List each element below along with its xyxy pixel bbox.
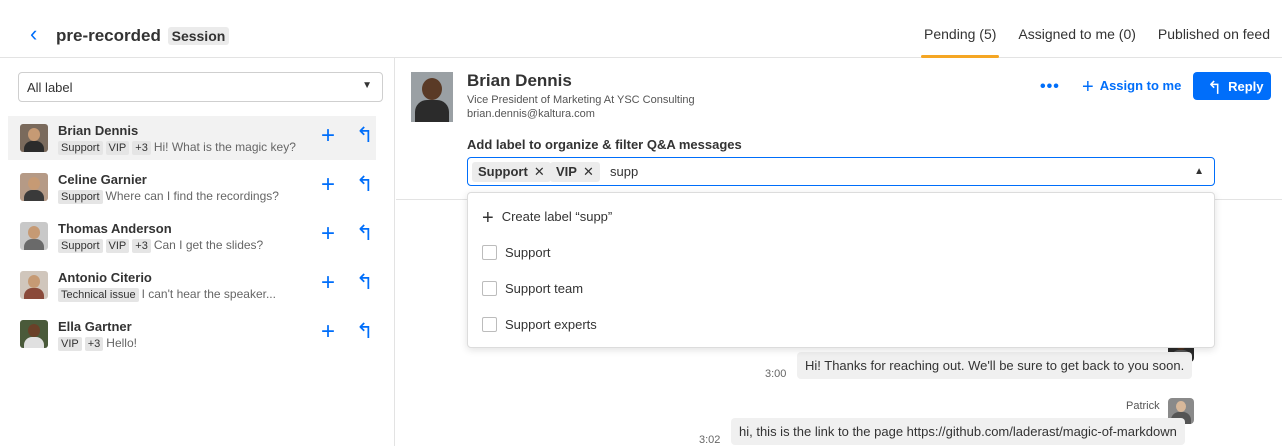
remove-label-icon[interactable]: ✕ bbox=[534, 164, 545, 179]
chevron-up-icon[interactable]: ▲ bbox=[1194, 166, 1204, 177]
thread-preview: VIP +3 Hello! bbox=[58, 336, 137, 351]
thread-item[interactable]: Antonio Citerio Technical issue I can't h… bbox=[8, 263, 376, 307]
thread-preview: Support Where can I find the recordings? bbox=[58, 189, 279, 204]
selected-label-chip: VIP ✕ bbox=[550, 162, 600, 182]
more-labels-chip: +3 bbox=[132, 141, 151, 155]
thread-text: Can I get the slides? bbox=[153, 238, 264, 252]
thread-name: Ella Gartner bbox=[58, 319, 132, 334]
thread-name: Antonio Citerio bbox=[58, 270, 152, 285]
reply-icon[interactable]: ↰ bbox=[356, 173, 374, 197]
message-bubble: hi, this is the link to the page https:/… bbox=[731, 418, 1185, 445]
label-search-text[interactable]: supp bbox=[610, 164, 638, 179]
reply-label: Reply bbox=[1228, 79, 1264, 94]
thread-preview: Support VIP +3 Can I get the slides? bbox=[58, 238, 263, 253]
filter-value: All label bbox=[27, 80, 73, 95]
user-name: Brian Dennis bbox=[467, 71, 572, 90]
user-email: brian.dennis@kaltura.com bbox=[467, 108, 595, 120]
label-chip: Support bbox=[58, 239, 103, 253]
avatar bbox=[411, 72, 453, 122]
selected-label-chip: Support ✕ bbox=[472, 162, 551, 182]
more-options-icon[interactable]: ••• bbox=[1040, 78, 1060, 96]
add-label-icon[interactable]: + bbox=[321, 320, 335, 344]
thread-text: Hello! bbox=[106, 336, 137, 350]
create-label-text: Create label “supp” bbox=[501, 209, 613, 224]
label-chip: Support bbox=[58, 190, 103, 204]
title-text: pre-recorded bbox=[56, 26, 161, 45]
label-chip: VIP bbox=[105, 141, 130, 155]
thread-text: I can't hear the speaker... bbox=[141, 287, 276, 301]
avatar bbox=[20, 124, 48, 152]
label-help-text: Add label to organize & filter Q&A messa… bbox=[467, 137, 742, 152]
thread-text: Where can I find the recordings? bbox=[105, 189, 279, 203]
label-chip: Technical issue bbox=[58, 288, 139, 302]
checkbox[interactable] bbox=[482, 317, 497, 332]
avatar bbox=[20, 173, 48, 201]
label-chip: Support bbox=[58, 141, 103, 155]
thread-name: Brian Dennis bbox=[58, 123, 139, 138]
user-role: Vice President of Marketing At YSC Consu… bbox=[467, 94, 695, 106]
reply-icon[interactable]: ↰ bbox=[356, 124, 374, 148]
option-label: Support bbox=[505, 245, 551, 260]
checkbox[interactable] bbox=[482, 245, 497, 260]
label-filter-select[interactable]: All label ▼ bbox=[18, 72, 383, 102]
label-chip: VIP bbox=[105, 239, 130, 253]
session-badge: Session bbox=[167, 27, 230, 45]
option-label: Support team bbox=[505, 281, 584, 296]
reply-icon: ↰ bbox=[1207, 78, 1223, 98]
tab-published-on-feed[interactable]: Published on feed bbox=[1158, 26, 1270, 42]
reply-icon[interactable]: ↰ bbox=[356, 320, 374, 344]
more-labels-chip: +3 bbox=[84, 337, 104, 351]
avatar bbox=[20, 271, 48, 299]
label-chip: VIP bbox=[58, 337, 82, 351]
add-label-icon[interactable]: + bbox=[321, 173, 335, 197]
avatar bbox=[20, 222, 48, 250]
message-sender: Patrick bbox=[1126, 400, 1160, 412]
avatar bbox=[20, 320, 48, 348]
assign-to-me-button[interactable]: + Assign to me bbox=[1082, 76, 1181, 99]
thread-list-panel: All label ▼ Brian Dennis Support VIP +3 Hi!… bbox=[0, 58, 395, 446]
tab-assigned-to-me[interactable]: Assigned to me (0) bbox=[1018, 26, 1136, 42]
add-label-icon[interactable]: + bbox=[321, 271, 335, 295]
create-label-option[interactable]: + Create label “supp” bbox=[482, 207, 612, 230]
thread-preview: Support VIP +3 Hi! What is the magic key? bbox=[58, 140, 296, 155]
chip-label: Support bbox=[478, 164, 528, 179]
thread-item[interactable]: Thomas Anderson Support VIP +3 Can I get th… bbox=[8, 214, 376, 258]
page-title: pre-recorded Session bbox=[56, 26, 230, 46]
option-label: Support experts bbox=[505, 317, 597, 332]
thread-item[interactable]: Brian Dennis Support VIP +3 Hi! What is the… bbox=[8, 116, 376, 160]
thread-item[interactable]: Ella Gartner VIP +3 Hello! + ↰ bbox=[8, 312, 376, 356]
tab-pending[interactable]: Pending (5) bbox=[920, 26, 1000, 58]
top-bar: ‹ pre-recorded Session Pending (5) Assig… bbox=[0, 0, 1282, 58]
plus-icon: + bbox=[482, 207, 494, 229]
reply-button[interactable]: ↰ Reply bbox=[1193, 72, 1271, 100]
more-labels-chip: +3 bbox=[132, 239, 151, 253]
thread-name: Thomas Anderson bbox=[58, 221, 172, 236]
thread-name: Celine Garnier bbox=[58, 172, 147, 187]
label-option[interactable]: Support team bbox=[482, 281, 583, 296]
plus-icon: + bbox=[1082, 76, 1094, 98]
assign-label: Assign to me bbox=[1099, 78, 1182, 93]
thread-item[interactable]: Celine Garnier Support Where can I find t… bbox=[8, 165, 376, 209]
message-time: 3:00 bbox=[765, 368, 787, 380]
label-option[interactable]: Support experts bbox=[482, 317, 597, 332]
thread-detail-panel: Brian Dennis Vice President of Marketing… bbox=[396, 58, 1282, 446]
thread-preview: Technical issue I can't hear the speaker.… bbox=[58, 287, 276, 302]
reply-icon[interactable]: ↰ bbox=[356, 222, 374, 246]
add-label-icon[interactable]: + bbox=[321, 124, 335, 148]
message-bubble: Hi! Thanks for reaching out. We'll be su… bbox=[797, 352, 1193, 379]
chevron-down-icon: ▼ bbox=[362, 80, 372, 91]
chevron-left-icon[interactable]: ‹ bbox=[30, 23, 37, 45]
reply-icon[interactable]: ↰ bbox=[356, 271, 374, 295]
label-input[interactable]: Support ✕ VIP ✕ supp ▲ bbox=[467, 157, 1215, 186]
chip-label: VIP bbox=[556, 164, 577, 179]
label-option[interactable]: Support bbox=[482, 245, 551, 260]
add-label-icon[interactable]: + bbox=[321, 222, 335, 246]
remove-label-icon[interactable]: ✕ bbox=[583, 164, 594, 179]
tab-bar: Pending (5) Assigned to me (0) Published… bbox=[920, 26, 1270, 58]
checkbox[interactable] bbox=[482, 281, 497, 296]
label-dropdown: + Create label “supp” Support Support tea… bbox=[467, 192, 1215, 348]
thread-text: Hi! What is the magic key? bbox=[153, 140, 296, 154]
message-time: 3:02 bbox=[699, 434, 721, 446]
